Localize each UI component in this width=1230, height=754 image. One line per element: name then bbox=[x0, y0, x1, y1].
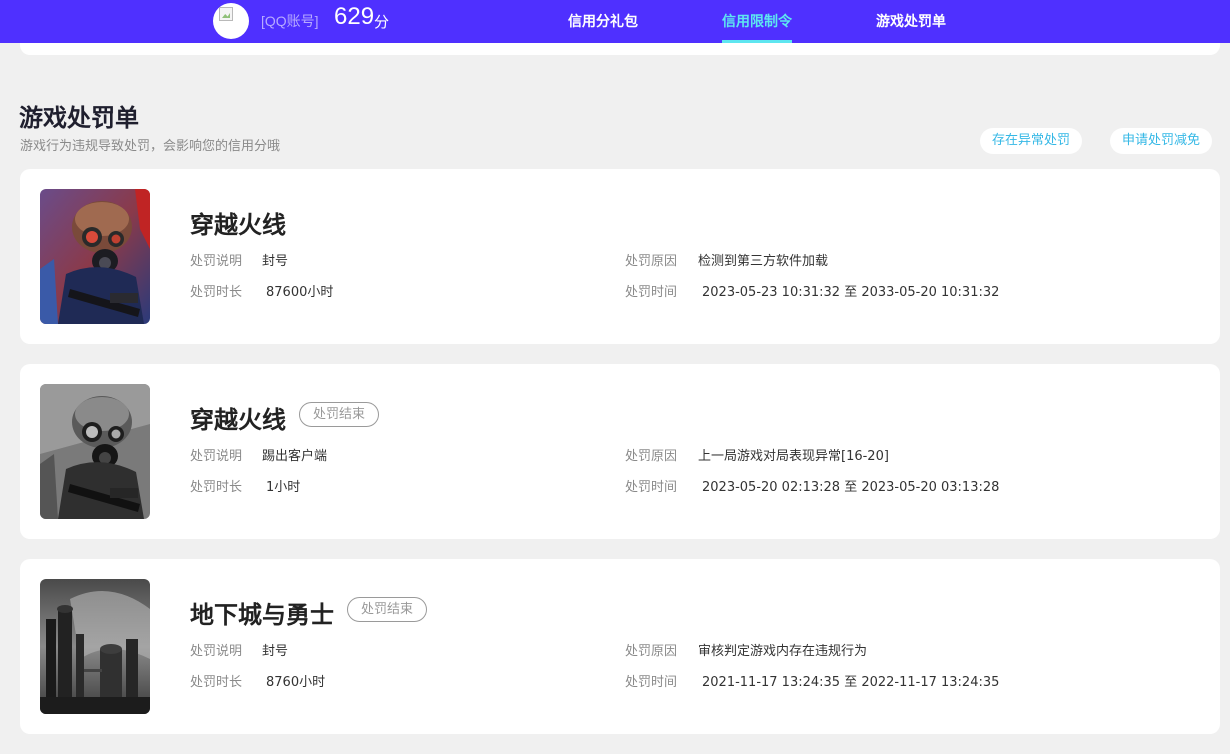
appeal-penalty-button[interactable]: 申请处罚减免 bbox=[1110, 128, 1213, 154]
credit-score: 629 bbox=[334, 3, 375, 30]
soldier-gas-mask-icon bbox=[40, 189, 150, 324]
reason-label: 处罚原因 bbox=[625, 254, 678, 269]
penalty-card: 穿越火线 处罚结束 处罚说明 踢出客户端 处罚时长 1小时 处罚原因 上一局游戏… bbox=[20, 364, 1220, 539]
description-label: 处罚说明 bbox=[190, 644, 243, 659]
duration-label: 处罚时长 bbox=[190, 480, 243, 495]
page-subtitle: 游戏行为违规导致处罚，会影响您的信用分哦 bbox=[20, 139, 281, 154]
description-value: 封号 bbox=[262, 254, 289, 269]
game-title: 地下城与勇士 bbox=[190, 601, 334, 629]
top-bar: [QQ账号] 629 分 信用分礼包 信用限制令 游戏处罚单 bbox=[0, 0, 1230, 43]
duration-value: 8760小时 bbox=[266, 675, 326, 690]
description-label: 处罚说明 bbox=[190, 254, 243, 269]
reason-label: 处罚原因 bbox=[625, 449, 678, 464]
game-title: 穿越火线 bbox=[190, 211, 286, 239]
user-avatar[interactable] bbox=[213, 3, 249, 39]
reason-value: 审核判定游戏内存在违规行为 bbox=[698, 644, 868, 659]
soldier-gas-mask-icon bbox=[40, 384, 150, 519]
time-value: 2023-05-23 10:31:32 至 2033-05-20 10:31:3… bbox=[702, 285, 1000, 300]
credit-score-unit: 分 bbox=[374, 13, 390, 31]
time-label: 处罚时间 bbox=[625, 675, 678, 690]
duration-value: 1小时 bbox=[266, 480, 301, 495]
tab-credit-restriction[interactable]: 信用限制令 bbox=[722, 11, 792, 31]
reason-label: 处罚原因 bbox=[625, 644, 678, 659]
industrial-city-icon bbox=[40, 579, 150, 714]
header-panel-bottom bbox=[20, 43, 1220, 55]
reason-value: 检测到第三方软件加载 bbox=[698, 254, 829, 269]
status-badge: 处罚结束 bbox=[299, 402, 380, 427]
abnormal-penalty-button[interactable]: 存在异常处罚 bbox=[980, 128, 1083, 154]
description-value: 封号 bbox=[262, 644, 289, 659]
page-title: 游戏处罚单 bbox=[19, 104, 139, 132]
duration-label: 处罚时长 bbox=[190, 285, 243, 300]
duration-label: 处罚时长 bbox=[190, 675, 243, 690]
time-value: 2021-11-17 13:24:35 至 2022-11-17 13:24:3… bbox=[702, 675, 1000, 690]
tab-credit-gift[interactable]: 信用分礼包 bbox=[568, 11, 638, 31]
account-label: [QQ账号] bbox=[261, 13, 319, 29]
game-title: 穿越火线 bbox=[190, 406, 286, 434]
reason-value: 上一局游戏对局表现异常[16-20] bbox=[698, 449, 889, 464]
time-label: 处罚时间 bbox=[625, 480, 678, 495]
duration-value: 87600小时 bbox=[266, 285, 334, 300]
penalty-card: 穿越火线 处罚说明 封号 处罚时长 87600小时 处罚原因 检测到第三方软件加… bbox=[20, 169, 1220, 344]
penalty-card: 地下城与勇士 处罚结束 处罚说明 封号 处罚时长 8760小时 处罚原因 审核判… bbox=[20, 559, 1220, 734]
tab-game-penalty[interactable]: 游戏处罚单 bbox=[876, 11, 946, 31]
description-label: 处罚说明 bbox=[190, 449, 243, 464]
time-value: 2023-05-20 02:13:28 至 2023-05-20 03:13:2… bbox=[702, 480, 1000, 495]
description-value: 踢出客户端 bbox=[262, 449, 328, 464]
time-label: 处罚时间 bbox=[625, 285, 678, 300]
broken-image-icon bbox=[219, 7, 233, 21]
status-badge: 处罚结束 bbox=[347, 597, 428, 622]
